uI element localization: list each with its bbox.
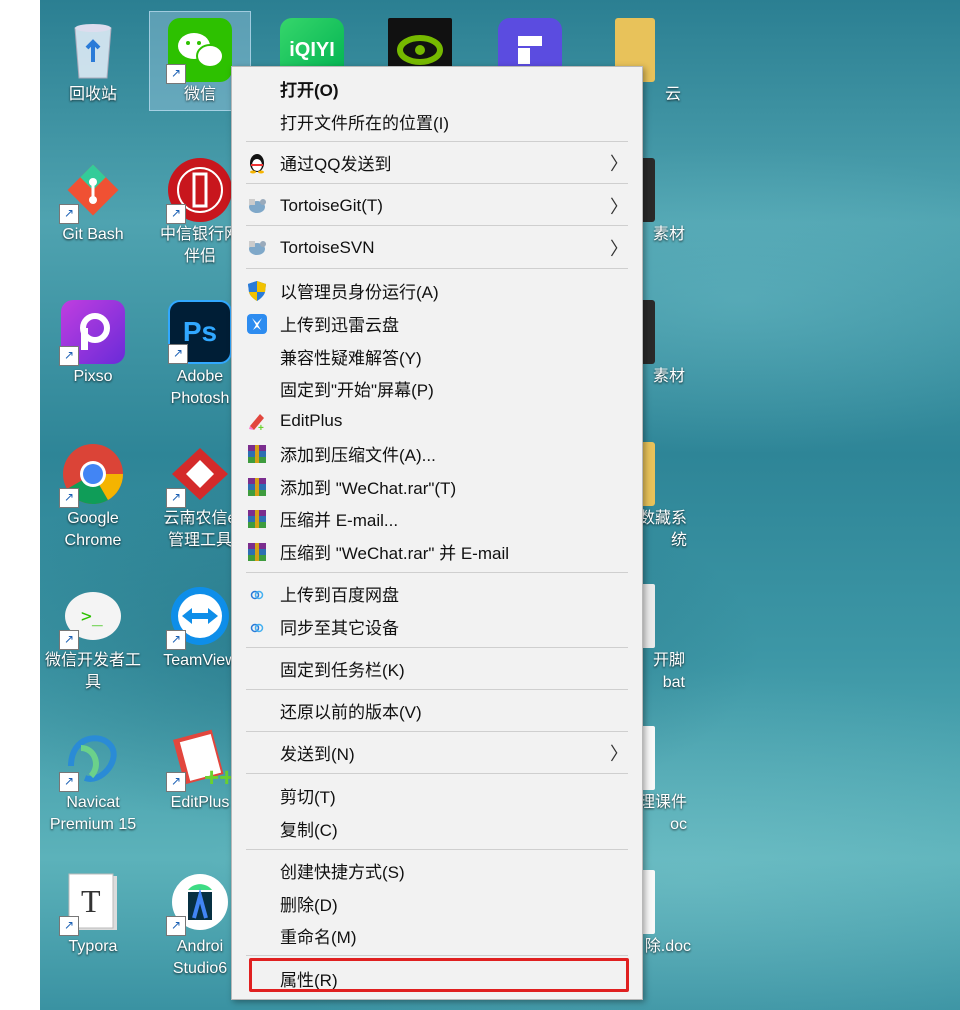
shortcut-arrow-icon: ↗ — [59, 916, 79, 936]
menu-separator — [246, 268, 628, 269]
submenu-arrow-icon: 〉 — [610, 153, 628, 174]
desktop-icon-git-bash[interactable]: ↗ Git Bash — [43, 152, 143, 246]
menu-item-restore-previous-versions[interactable]: 还原以前的版本(V) — [232, 694, 642, 727]
android-studio-icon: ↗ — [166, 870, 232, 936]
menu-item-copy[interactable]: 复制(C) — [232, 812, 642, 845]
recycle-bin-icon — [61, 18, 125, 82]
context-menu: 打开(O) 打开文件所在的位置(I) 通过QQ发送到 〉 TortoiseGit… — [231, 66, 643, 1000]
icon-label: 回收站 — [68, 86, 117, 103]
menu-separator — [246, 731, 628, 732]
icon-label: Navicat Premium 15 — [49, 794, 137, 833]
navicat-icon: ↗ — [59, 726, 125, 792]
qq-penguin-icon — [245, 151, 269, 175]
menu-separator — [246, 141, 628, 142]
wechat-icon: ↗ — [166, 18, 232, 84]
submenu-arrow-icon: 〉 — [610, 743, 628, 764]
git-bash-icon: ↗ — [59, 158, 125, 224]
shortcut-arrow-icon: ↗ — [59, 204, 79, 224]
desktop-icon-chrome[interactable]: ↗ Google Chrome — [43, 436, 143, 552]
desktop-icon-pixso[interactable]: ↗ Pixso — [43, 294, 143, 388]
menu-separator — [246, 773, 628, 774]
icon-label: Typora — [68, 938, 118, 955]
properties-highlight-box — [249, 958, 629, 992]
menu-item-upload-xunlei[interactable]: 上传到迅雷云盘 — [232, 307, 642, 340]
editplus-icon: ++ ↗ — [166, 726, 234, 792]
menu-item-delete[interactable]: 删除(D) — [232, 887, 642, 920]
shortcut-arrow-icon: ↗ — [59, 630, 79, 650]
desktop-icon-wechat-devtools[interactable]: >_ ↗ 微信开发者工具 — [43, 578, 143, 694]
menu-item-create-shortcut[interactable]: 创建快捷方式(S) — [232, 854, 642, 887]
tortoise-git-icon — [245, 194, 269, 218]
shortcut-arrow-icon: ↗ — [166, 64, 186, 84]
photoshop-icon: Ps ↗ — [168, 300, 232, 364]
shortcut-arrow-icon: ↗ — [59, 346, 79, 366]
winrar-icon — [245, 442, 269, 466]
shortcut-arrow-icon: ↗ — [168, 344, 188, 364]
xunlei-icon — [245, 312, 269, 336]
shortcut-arrow-icon: ↗ — [166, 916, 186, 936]
yunnan-rural-icon: ↗ — [166, 442, 232, 508]
menu-item-upload-baidu[interactable]: 上传到百度网盘 — [232, 577, 642, 610]
menu-separator — [246, 183, 628, 184]
menu-item-send-via-qq[interactable]: 通过QQ发送到 〉 — [232, 146, 642, 179]
shortcut-arrow-icon: ↗ — [166, 204, 186, 224]
teamviewer-icon: ↗ — [166, 584, 232, 650]
svg-text:++: ++ — [204, 762, 232, 790]
chrome-icon: ↗ — [59, 442, 125, 508]
menu-item-cut[interactable]: 剪切(T) — [232, 779, 642, 812]
icon-label: 微信开发者工具 — [44, 652, 141, 691]
menu-item-sync-devices[interactable]: 同步至其它设备 — [232, 610, 642, 643]
menu-item-pin-to-start[interactable]: 固定到"开始"屏幕(P) — [232, 372, 642, 405]
shortcut-arrow-icon: ↗ — [166, 630, 186, 650]
menu-separator — [246, 572, 628, 573]
menu-item-compress-and-email[interactable]: 压缩并 E-mail... — [232, 502, 642, 535]
desktop-icon-navicat[interactable]: ↗ Navicat Premium 15 — [43, 720, 143, 836]
wechat-devtools-icon: >_ ↗ — [59, 584, 125, 650]
menu-item-add-to-archive[interactable]: 添加到压缩文件(A)... — [232, 437, 642, 470]
menu-item-open[interactable]: 打开(O) — [232, 72, 642, 105]
uac-shield-icon — [245, 279, 269, 303]
menu-item-open-file-location[interactable]: 打开文件所在的位置(I) — [232, 105, 642, 138]
menu-separator — [246, 647, 628, 648]
menu-separator — [246, 225, 628, 226]
menu-item-tortoisegit[interactable]: TortoiseGit(T) 〉 — [232, 189, 642, 222]
menu-item-pin-to-taskbar[interactable]: 固定到任务栏(K) — [232, 652, 642, 685]
menu-separator — [246, 689, 628, 690]
menu-separator — [246, 849, 628, 850]
tortoise-svn-icon — [245, 236, 269, 260]
editplus-icon: + — [245, 409, 269, 433]
submenu-arrow-icon: 〉 — [610, 238, 628, 259]
svg-text:T: T — [81, 883, 101, 919]
winrar-icon — [245, 507, 269, 531]
baidu-netdisk-icon — [245, 582, 269, 606]
desktop-icon-typora[interactable]: T ↗ Typora — [43, 864, 143, 958]
winrar-icon — [245, 540, 269, 564]
menu-item-run-as-admin[interactable]: 以管理员身份运行(A) — [232, 274, 642, 307]
winrar-icon — [245, 475, 269, 499]
menu-item-editplus[interactable]: + EditPlus — [232, 404, 642, 437]
submenu-arrow-icon: 〉 — [610, 196, 628, 217]
menu-item-rename[interactable]: 重命名(M) — [232, 919, 642, 952]
shortcut-arrow-icon: ↗ — [166, 772, 186, 792]
baidu-netdisk-icon — [245, 615, 269, 639]
menu-item-add-to-wechat-rar[interactable]: 添加到 "WeChat.rar"(T) — [232, 470, 642, 503]
icon-label: Pixso — [73, 368, 113, 385]
icon-label: Google Chrome — [64, 510, 122, 549]
shortcut-arrow-icon: ↗ — [59, 488, 79, 508]
menu-item-send-to[interactable]: 发送到(N) 〉 — [232, 736, 642, 769]
desktop-icon-recycle-bin[interactable]: 回收站 — [43, 12, 143, 106]
svg-text:+: + — [258, 423, 264, 432]
menu-item-tortoisesvn[interactable]: TortoiseSVN 〉 — [232, 231, 642, 264]
citic-bank-icon: ↗ — [166, 158, 232, 224]
shortcut-arrow-icon: ↗ — [166, 488, 186, 508]
menu-item-compatibility-troubleshoot[interactable]: 兼容性疑难解答(Y) — [232, 340, 642, 373]
icon-label: Git Bash — [62, 226, 124, 243]
shortcut-arrow-icon: ↗ — [59, 772, 79, 792]
menu-separator — [246, 955, 628, 956]
menu-item-compress-to-rar-and-email[interactable]: 压缩到 "WeChat.rar" 并 E-mail — [232, 535, 642, 568]
pixso-icon: ↗ — [59, 300, 125, 366]
svg-text:>_: >_ — [81, 606, 103, 627]
typora-icon: T ↗ — [59, 870, 125, 936]
